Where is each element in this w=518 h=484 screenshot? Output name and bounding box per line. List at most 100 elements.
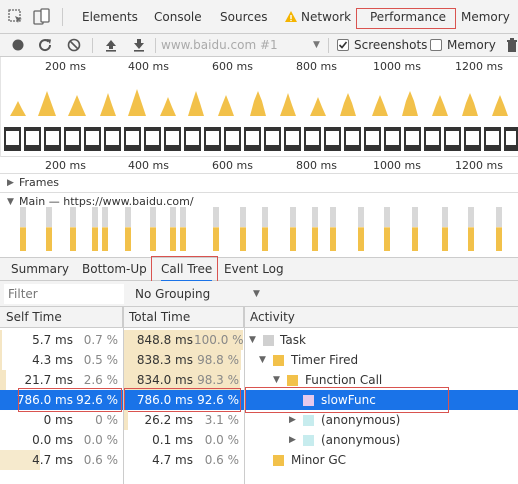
self-time-percent: 2.6 % <box>83 373 118 387</box>
tab-console[interactable]: Console <box>154 0 202 34</box>
self-time-percent: 92.6 % <box>76 393 118 407</box>
total-time-value: 26.2 ms <box>144 413 193 427</box>
activity-name: (anonymous) <box>321 433 401 447</box>
filter-row: No Grouping ▼ <box>0 281 518 307</box>
table-row[interactable]: 5.7 ms 0.7 % 848.8 ms 100.0 % ▼ Task <box>0 330 518 350</box>
category-swatch <box>287 375 298 386</box>
total-time-percent: 98.8 % <box>197 353 239 367</box>
table-row[interactable]: 4.7 ms 0.6 % 4.7 ms 0.6 % Minor GC <box>0 450 518 470</box>
total-time-value: 786.0 ms <box>136 393 193 407</box>
self-time-value: 0 ms <box>43 413 73 427</box>
flame-chart[interactable]: 200 ms 400 ms 600 ms 800 ms 1000 ms 1200… <box>0 157 518 257</box>
grouping-select[interactable]: No Grouping ▼ <box>135 281 265 307</box>
load-profile-icon[interactable] <box>103 37 119 53</box>
tab-event-log[interactable]: Event Log <box>224 258 284 282</box>
column-header-total-time[interactable]: Total Time <box>123 307 244 328</box>
tab-call-tree[interactable]: Call Tree <box>161 258 213 282</box>
screenshots-label: Screenshots <box>354 38 428 52</box>
column-header-self-time[interactable]: Self Time <box>0 307 123 328</box>
collapsed-triangle-icon[interactable]: ▶ <box>289 430 296 450</box>
category-swatch <box>273 355 284 366</box>
total-time-value: 838.3 ms <box>136 353 193 367</box>
self-time-value: 4.7 ms <box>32 453 73 467</box>
category-swatch <box>303 435 314 446</box>
column-divider <box>244 307 245 484</box>
expanded-triangle-icon[interactable]: ▼ <box>249 330 256 350</box>
toolbar-divider <box>155 38 156 53</box>
category-swatch <box>303 395 314 406</box>
column-divider <box>123 307 124 484</box>
table-row[interactable]: 0.0 ms 0.0 % 0.1 ms 0.0 % ▶ (anonymous) <box>0 430 518 450</box>
cpu-activity-graph <box>10 89 508 116</box>
ruler-label: 1000 ms <box>373 159 421 172</box>
table-row[interactable]: 0 ms 0 % 26.2 ms 3.1 % ▶ (anonymous) <box>0 410 518 430</box>
recording-select-value: www.baidu.com #1 <box>161 38 278 52</box>
total-time-percent: 100.0 % <box>194 333 244 347</box>
activity-name: Minor GC <box>291 453 347 467</box>
frames-track[interactable]: ▶ Frames <box>0 174 518 192</box>
filter-input[interactable] <box>4 284 124 304</box>
toolbar-divider <box>328 38 329 53</box>
clear-icon[interactable] <box>66 37 82 53</box>
total-time-value: 0.1 ms <box>152 433 193 447</box>
total-time-percent: 0.0 % <box>204 433 239 447</box>
tab-network[interactable]: Network <box>301 0 351 34</box>
total-time-percent: 98.3 % <box>197 373 239 387</box>
tab-summary[interactable]: Summary <box>11 258 69 282</box>
chevron-down-icon: ▼ <box>253 289 260 299</box>
memory-label: Memory <box>447 38 496 52</box>
table-row[interactable]: 4.3 ms 0.5 % 838.3 ms 98.8 % ▼ Timer Fir… <box>0 350 518 370</box>
ruler-label: 1200 ms <box>455 159 503 172</box>
device-toolbar-icon[interactable] <box>33 8 51 26</box>
total-time-value: 4.7 ms <box>152 453 193 467</box>
activity-name: (anonymous) <box>321 413 401 427</box>
tab-memory[interactable]: Memory <box>461 0 510 34</box>
expanded-triangle-icon[interactable]: ▼ <box>259 350 266 370</box>
recording-select[interactable]: www.baidu.com #1 ▼ <box>161 34 326 57</box>
self-time-percent: 0.0 % <box>83 433 118 447</box>
screenshots-checkbox[interactable] <box>337 39 349 51</box>
memory-checkbox[interactable] <box>430 39 442 51</box>
performance-toolbar: www.baidu.com #1 ▼ Screenshots Memory <box>0 34 518 57</box>
tab-performance[interactable]: Performance <box>370 0 446 34</box>
main-thread-flame-bars <box>0 207 518 251</box>
category-swatch <box>263 335 274 346</box>
table-row-selected[interactable]: 786.0 ms 92.6 % 786.0 ms 92.6 % slowFunc <box>0 390 518 410</box>
activity-name: Function Call <box>305 373 383 387</box>
total-time-percent: 0.6 % <box>204 453 239 467</box>
activity-name: Task <box>280 333 306 347</box>
save-profile-icon[interactable] <box>131 37 147 53</box>
screenshot-filmstrip <box>4 127 518 151</box>
trash-icon[interactable] <box>505 37 518 53</box>
table-row[interactable]: 21.7 ms 2.6 % 834.0 ms 98.3 % ▼ Function… <box>0 370 518 390</box>
tab-elements[interactable]: Elements <box>82 0 138 34</box>
expanded-triangle-icon[interactable]: ▼ <box>273 370 280 390</box>
toolbar-divider <box>92 38 93 53</box>
total-time-value: 848.8 ms <box>136 333 193 347</box>
collapsed-triangle-icon[interactable]: ▶ <box>289 410 296 430</box>
collapsed-triangle-icon: ▶ <box>7 178 14 188</box>
ruler-label: 400 ms <box>128 159 169 172</box>
self-time-value: 786.0 ms <box>16 393 73 407</box>
chevron-down-icon: ▼ <box>313 40 320 50</box>
tab-divider <box>62 8 63 26</box>
record-icon[interactable] <box>10 37 26 53</box>
total-time-percent: 92.6 % <box>197 393 239 407</box>
self-time-value: 0.0 ms <box>32 433 73 447</box>
devtools-tab-bar: Elements Console Sources Network Perform… <box>0 0 518 34</box>
self-time-value: 4.3 ms <box>32 353 73 367</box>
activity-name: slowFunc <box>321 393 376 407</box>
tab-sources[interactable]: Sources <box>220 0 267 34</box>
reload-icon[interactable] <box>37 37 53 53</box>
self-time-percent: 0.7 % <box>83 333 118 347</box>
warning-icon <box>285 11 297 22</box>
inspect-element-icon[interactable] <box>8 9 24 25</box>
main-track[interactable]: ▼ Main — https://www.baidu.com/ <box>0 193 518 257</box>
category-swatch <box>303 415 314 426</box>
category-swatch <box>273 455 284 466</box>
total-time-value: 834.0 ms <box>136 373 193 387</box>
column-header-activity[interactable]: Activity <box>244 307 518 328</box>
self-time-percent: 0.5 % <box>83 353 118 367</box>
timeline-overview[interactable]: 200 ms 400 ms 600 ms 800 ms 1000 ms 1200… <box>0 57 518 157</box>
tab-bottom-up[interactable]: Bottom-Up <box>82 258 147 282</box>
